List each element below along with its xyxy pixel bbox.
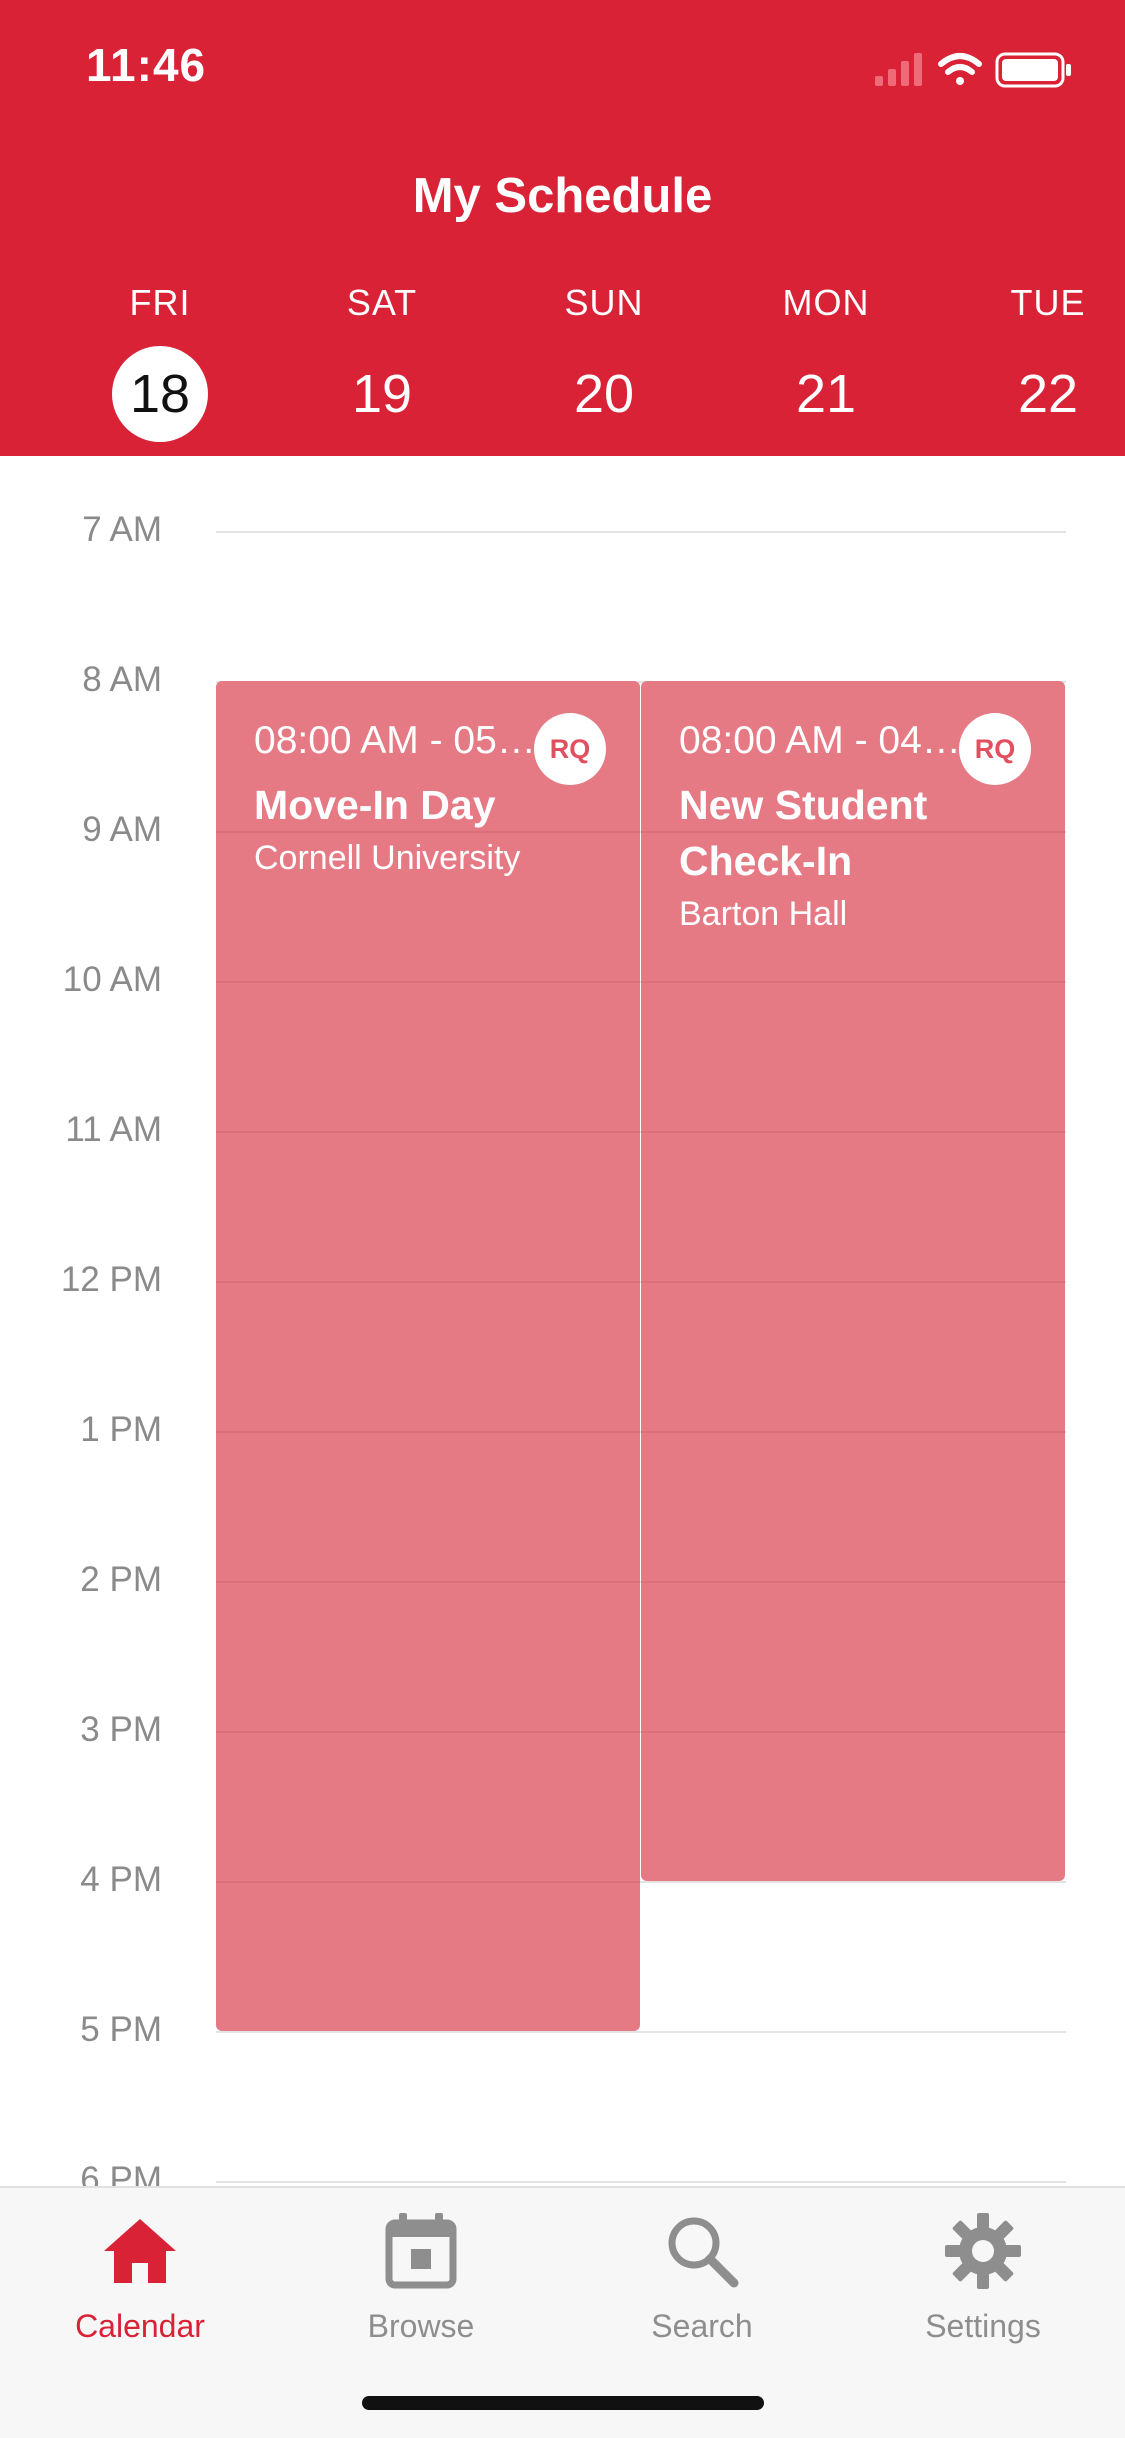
signal-icon [875, 53, 922, 86]
day-number: 19 [351, 364, 413, 424]
day-number: 21 [795, 364, 857, 424]
day-sat[interactable]: SAT 19 [302, 282, 462, 442]
home-indicator[interactable] [362, 2396, 764, 2410]
tab-search[interactable]: Search [602, 2206, 802, 2345]
hour-gridline [641, 1131, 1065, 1133]
hour-gridline [216, 981, 640, 983]
page-title: My Schedule [412, 169, 713, 223]
battery-icon [995, 52, 1071, 88]
hour-gridline [216, 1581, 640, 1583]
wifi-icon [938, 53, 982, 85]
hour-gridline [216, 1131, 640, 1133]
hour-label: 2 PM [80, 1560, 162, 1599]
day-name: SUN [564, 282, 644, 323]
search-icon [602, 2206, 802, 2296]
event-card-move-in-day[interactable]: 08:00 AM - 05… Move-In Day Cornell Unive… [216, 681, 640, 2031]
hour-label: 10 AM [62, 960, 162, 999]
hour-label: 3 PM [80, 1710, 162, 1749]
event-title: Move-In Day [254, 782, 496, 828]
home-icon [40, 2206, 240, 2296]
hour-label: 7 AM [82, 510, 162, 549]
tab-calendar[interactable]: Calendar [40, 2206, 240, 2345]
hour-label: 4 PM [80, 1860, 162, 1899]
hour-label: 1 PM [80, 1410, 162, 1449]
hour-gridline [216, 1731, 640, 1733]
gear-icon [883, 2206, 1083, 2296]
rq-badge: RQ [959, 713, 1031, 785]
status-icons [875, 50, 1085, 90]
calendar-icon [321, 2206, 521, 2296]
hour-gridline [641, 981, 1065, 983]
hour-gridline [641, 1281, 1065, 1283]
event-location: Cornell University [254, 839, 521, 877]
day-number: 22 [1017, 364, 1079, 424]
tab-label: Calendar [75, 2308, 205, 2344]
day-fri[interactable]: FRI 18 [80, 282, 240, 442]
tab-label: Settings [925, 2308, 1041, 2344]
event-location: Barton Hall [679, 895, 848, 933]
hour-label: 12 PM [60, 1260, 162, 1299]
event-card-new-student-check-in[interactable]: 08:00 AM - 04… New Student Check-In Bart… [641, 681, 1065, 1881]
day-name: SAT [346, 282, 418, 323]
hour-line [216, 2181, 1066, 2183]
hour-gridline [641, 1731, 1065, 1733]
hour-label: 8 AM [82, 660, 162, 699]
hour-line [216, 531, 1066, 533]
hour-label: 5 PM [80, 2010, 162, 2049]
rq-badge: RQ [534, 713, 606, 785]
tab-label: Search [651, 2308, 753, 2344]
hour-label: 6 PM [80, 2160, 162, 2186]
tab-settings[interactable]: Settings [883, 2206, 1083, 2345]
header-bar: 11:46 My Schedule FRI 18 SAT 19 SUN 20 M… [0, 0, 1125, 456]
hour-label: 9 AM [82, 810, 162, 849]
day-tue[interactable]: TUE 22 [968, 282, 1125, 442]
tab-label: Browse [367, 2308, 475, 2344]
day-mon[interactable]: MON 21 [746, 282, 906, 442]
tab-browse[interactable]: Browse [321, 2206, 521, 2345]
hour-gridline [216, 1281, 640, 1283]
status-time: 11:46 [86, 39, 207, 91]
event-title-line: New Student [679, 782, 928, 828]
day-name: FRI [129, 282, 191, 323]
event-time: 08:00 AM - 05… [254, 719, 536, 762]
hour-gridline [641, 1581, 1065, 1583]
day-name: TUE [1010, 282, 1086, 323]
hour-gridline [641, 1431, 1065, 1433]
hour-gridline [216, 1431, 640, 1433]
hour-label: 11 AM [65, 1110, 162, 1149]
day-sun[interactable]: SUN 20 [524, 282, 684, 442]
day-name: MON [782, 282, 870, 323]
event-title: New Student Check-In [679, 777, 927, 889]
hour-gridline [216, 1881, 640, 1883]
event-title-line: Check-In [679, 838, 853, 884]
hour-line [216, 2031, 1066, 2033]
day-number: 20 [573, 364, 635, 424]
schedule-timeline[interactable]: 7 AM 8 AM 9 AM 10 AM 11 AM 12 PM 1 PM 2 … [0, 456, 1125, 2186]
event-time: 08:00 AM - 04… [679, 719, 961, 762]
day-number-selected: 18 [112, 346, 208, 442]
